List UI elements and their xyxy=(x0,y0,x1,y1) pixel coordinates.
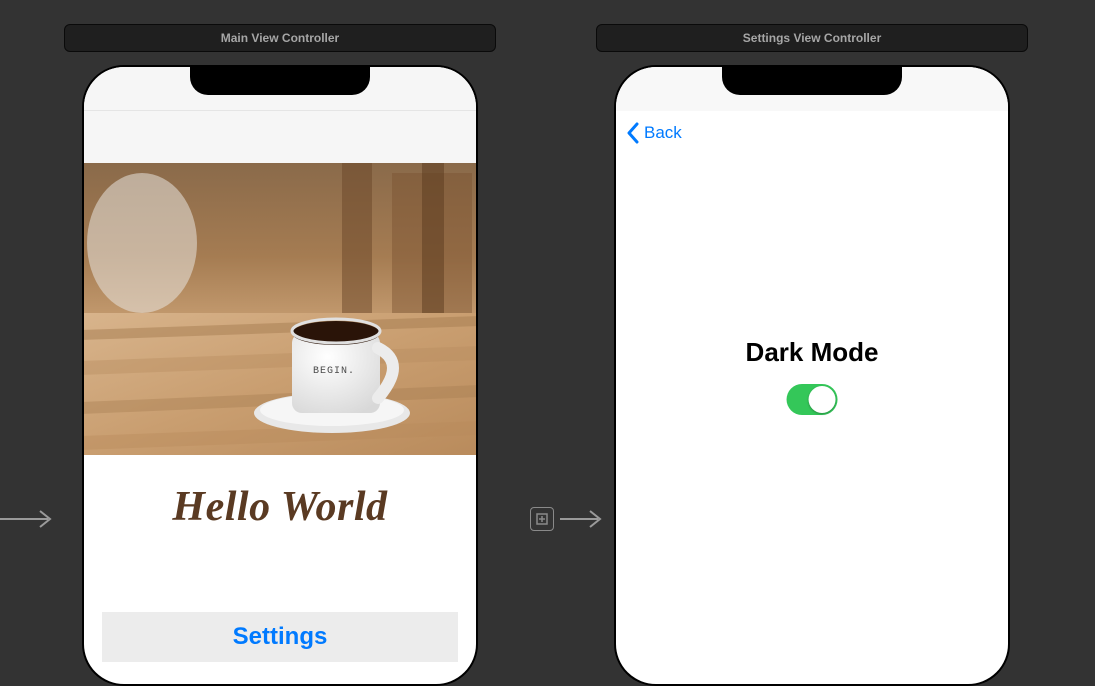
dark-mode-switch[interactable] xyxy=(786,384,837,415)
settings-button[interactable]: Settings xyxy=(102,612,458,662)
main-vc-label[interactable]: Main View Controller xyxy=(64,24,496,52)
dark-mode-label: Dark Mode xyxy=(746,337,879,368)
svg-text:BEGIN.: BEGIN. xyxy=(313,366,355,377)
settings-vc-label[interactable]: Settings View Controller xyxy=(596,24,1028,52)
settings-content: Dark Mode xyxy=(746,337,879,415)
main-view-controller[interactable]: BEGIN. Hello World Settings xyxy=(82,65,478,686)
notch xyxy=(190,67,370,95)
settings-view-controller[interactable]: Back Dark Mode xyxy=(614,65,1010,686)
nav-bar: Back xyxy=(616,111,1008,155)
chevron-left-icon xyxy=(626,122,640,144)
segue-arrow[interactable] xyxy=(530,507,610,531)
nav-bar xyxy=(84,111,476,163)
switch-thumb xyxy=(808,386,835,413)
back-button[interactable]: Back xyxy=(626,122,682,144)
initial-vc-arrow-icon xyxy=(0,507,60,536)
segue-present-icon xyxy=(530,507,554,531)
hello-world-title: Hello World xyxy=(84,483,476,531)
notch xyxy=(722,67,902,95)
hero-image[interactable]: BEGIN. xyxy=(84,163,476,455)
back-label: Back xyxy=(644,123,682,143)
